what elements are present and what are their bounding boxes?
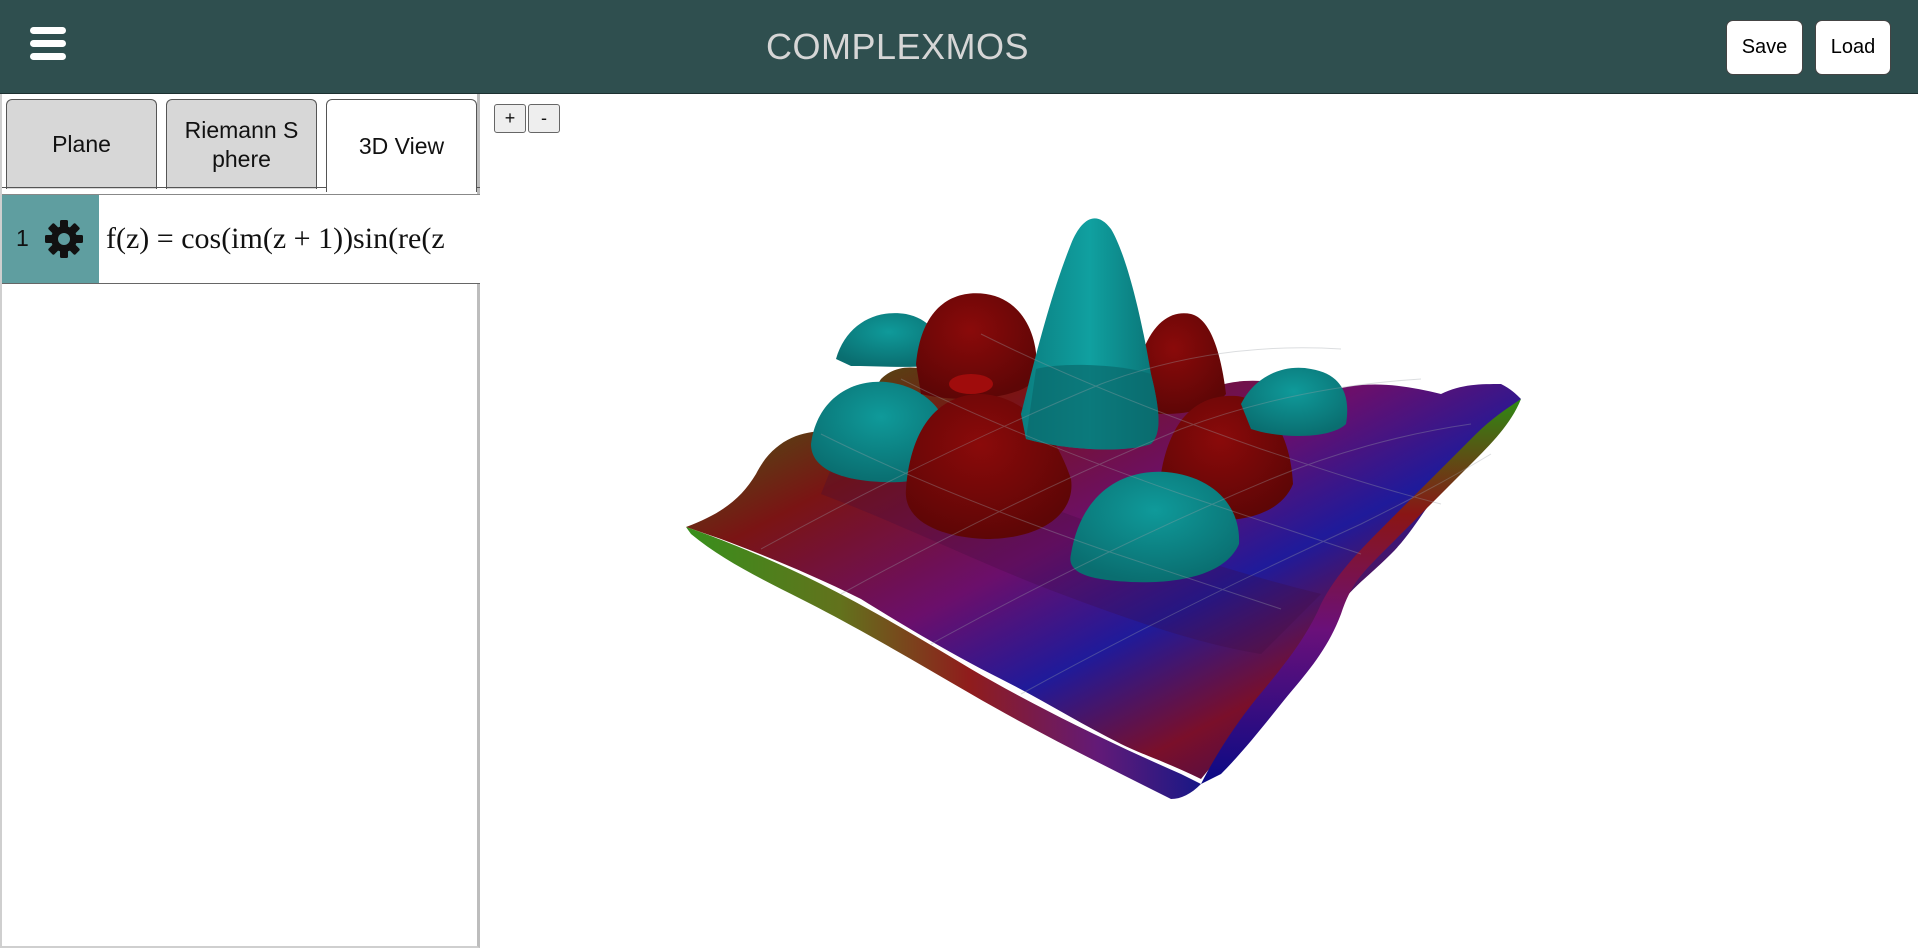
gear-icon[interactable] [43, 218, 85, 260]
expression-input[interactable]: f(z) = cos(im(z + 1))sin(re(z [100, 195, 480, 283]
zoom-out-button[interactable]: - [528, 104, 560, 133]
expression-sidebar: 1 [2, 195, 99, 283]
app-header: COMPLEXMOS Save Load [0, 0, 1918, 94]
expression-index: 1 [16, 225, 29, 251]
app-title: COMPLEXMOS [765, 26, 1030, 67]
expression-panel: Plane Riemann S phere 3D View 1 f(z) = c… [0, 94, 480, 948]
save-button[interactable]: Save [1726, 20, 1803, 75]
tab-3d-view[interactable]: 3D View [326, 99, 477, 192]
expression-row: 1 f(z) = cos(im(z + 1))sin(re(z [2, 194, 480, 284]
load-button[interactable]: Load [1815, 20, 1891, 75]
tab-riemann-sphere[interactable]: Riemann S phere [166, 99, 317, 189]
tab-plane[interactable]: Plane [6, 99, 157, 189]
red-highlight [949, 374, 993, 394]
teal-bump [1241, 367, 1348, 436]
3d-canvas[interactable]: + - [481, 94, 1918, 948]
zoom-in-button[interactable]: + [494, 104, 526, 133]
complex-surface-plot [686, 218, 1521, 799]
